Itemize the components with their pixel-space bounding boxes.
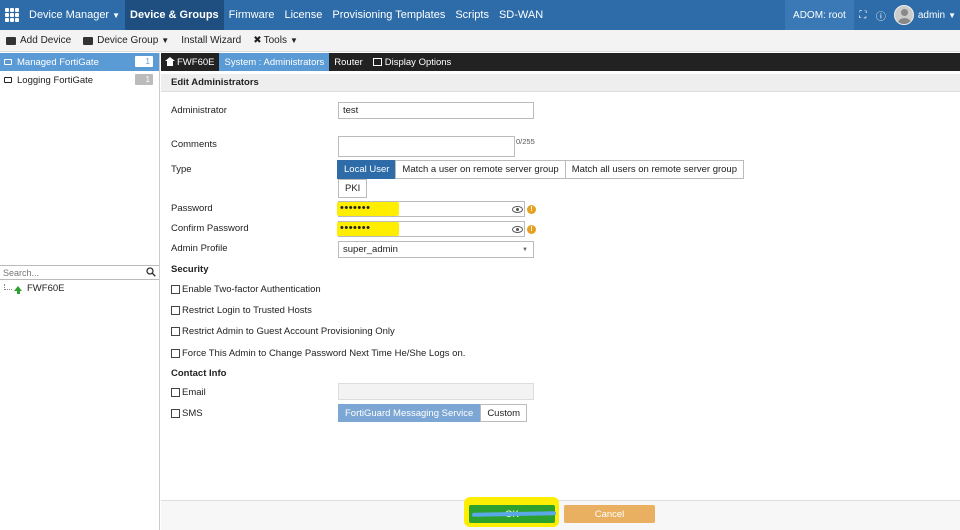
confirm-password-label: Confirm Password [171,223,249,234]
tab-display-options[interactable]: Display Options [368,53,457,71]
admin-profile-select[interactable]: super_admin ▼ [338,241,534,258]
checkbox[interactable] [171,409,180,418]
help-icon[interactable]: ⓘ [872,8,890,23]
avatar[interactable] [893,5,914,25]
wrench-icon: ✖ [253,35,262,46]
chevron-down-icon: ▼ [112,10,121,20]
sms-option[interactable]: SMS [171,408,203,419]
search-input[interactable] [0,266,140,279]
nav-license[interactable]: License [280,0,328,30]
admin-profile-value: super_admin [343,244,398,255]
info-icon: ! [527,225,536,234]
two-factor-option[interactable]: Enable Two-factor Authentication [171,284,321,295]
comments-textarea[interactable] [338,136,515,157]
home-icon [165,57,175,66]
type-label: Type [171,164,192,175]
adom-selector[interactable]: ADOM: root [785,0,854,30]
user-menu[interactable]: admin ▼ [918,10,960,21]
checkbox[interactable] [171,306,180,315]
confirm-password-value: ••••••• [337,222,399,236]
sms-provider-selector: FortiGuard Messaging Service Custom [338,404,528,422]
tab-device-home[interactable]: FWF60E [161,53,219,71]
administrator-input[interactable]: test [338,102,534,119]
sidebar: Managed FortiGate 1 Logging FortiGate 1 … [0,53,160,530]
sidebar-item-managed-fortigate[interactable]: Managed FortiGate 1 [0,53,159,71]
tools-button[interactable]: ✖ Tools ▼ [247,35,304,46]
app-grid-icon[interactable] [0,0,24,30]
add-device-button[interactable]: Add Device [0,35,77,46]
nav-device-manager[interactable]: Device Manager ▼ [24,0,125,30]
checkbox[interactable] [171,349,180,358]
fullscreen-icon[interactable]: ⛶ [854,10,872,21]
device-icon [6,36,16,45]
type-pki-button[interactable]: PKI [338,179,368,198]
comments-label: Comments [171,139,217,150]
device-tab-bar: FWF60E System : Administrators Router Di… [161,53,960,71]
trusted-hosts-option[interactable]: Restrict Login to Trusted Hosts [171,305,312,316]
email-option[interactable]: Email [171,387,206,398]
guest-provisioning-option[interactable]: Restrict Admin to Guest Account Provisio… [171,326,395,337]
checkbox[interactable] [171,285,180,294]
chevron-down-icon: ▼ [161,36,170,45]
cancel-button[interactable]: Cancel [564,505,655,523]
fortiguard-messaging-button[interactable]: FortiGuard Messaging Service [338,404,481,422]
security-heading: Security [171,264,209,275]
tree-search [0,265,159,280]
tree-connector [4,283,12,290]
device-icon [4,77,12,83]
sidebar-item-label: Managed FortiGate [17,56,99,68]
admin-profile-label: Admin Profile [171,243,228,254]
nav-scripts[interactable]: Scripts [450,0,494,30]
comments-counter: 0/255 [516,137,535,146]
page-title: Edit Administrators [161,74,960,92]
top-nav-bar: Device Manager ▼ Device & Groups Firmware… [0,0,960,30]
sidebar-item-logging-fortigate[interactable]: Logging FortiGate 1 [0,71,159,89]
chevron-down-icon: ▼ [948,10,956,20]
nav-device-groups[interactable]: Device & Groups [125,0,224,30]
nav-firmware[interactable]: Firmware [224,0,280,30]
checkbox[interactable] [171,388,180,397]
tree-item-label: FWF60E [27,283,65,294]
eye-icon[interactable] [512,206,523,213]
email-field [338,383,534,400]
eye-icon[interactable] [512,226,523,233]
nav-sd-wan[interactable]: SD-WAN [494,0,548,30]
group-icon [83,36,94,45]
tree-item-fwf60e[interactable]: FWF60E [4,283,64,294]
password-value: ••••••• [337,202,399,216]
count-badge: 1 [135,56,153,67]
nav-provisioning-templates[interactable]: Provisioning Templates [327,0,450,30]
password-label: Password [171,203,213,214]
info-icon: ! [527,205,536,214]
form-footer [161,500,960,530]
type-remote-group-button[interactable]: Match a user on remote server group [395,160,566,179]
chevron-down-icon: ▼ [522,247,528,253]
administrator-label: Administrator [171,105,227,116]
contact-info-heading: Contact Info [171,368,227,379]
tab-system-administrators[interactable]: System : Administrators [219,53,330,71]
checkbox[interactable] [171,327,180,336]
force-password-change-option[interactable]: Force This Admin to Change Password Next… [171,348,465,359]
search-icon[interactable] [146,267,156,277]
status-up-icon [14,286,22,294]
type-all-remote-button[interactable]: Match all users on remote server group [564,160,744,179]
toolbar: Add Device Device Group ▼ Install Wizard … [0,30,960,52]
tab-router[interactable]: Router [329,53,368,71]
custom-sms-button[interactable]: Custom [480,404,528,422]
count-badge: 1 [135,74,153,85]
display-options-icon [372,58,382,66]
device-icon [4,59,12,65]
type-local-user-button[interactable]: Local User [337,160,397,179]
device-group-button[interactable]: Device Group ▼ [77,35,175,46]
chevron-down-icon: ▼ [289,36,298,45]
sidebar-item-label: Logging FortiGate [17,74,94,86]
type-selector: Local User Match a user on remote server… [337,160,744,179]
install-wizard-button[interactable]: Install Wizard [175,35,247,46]
